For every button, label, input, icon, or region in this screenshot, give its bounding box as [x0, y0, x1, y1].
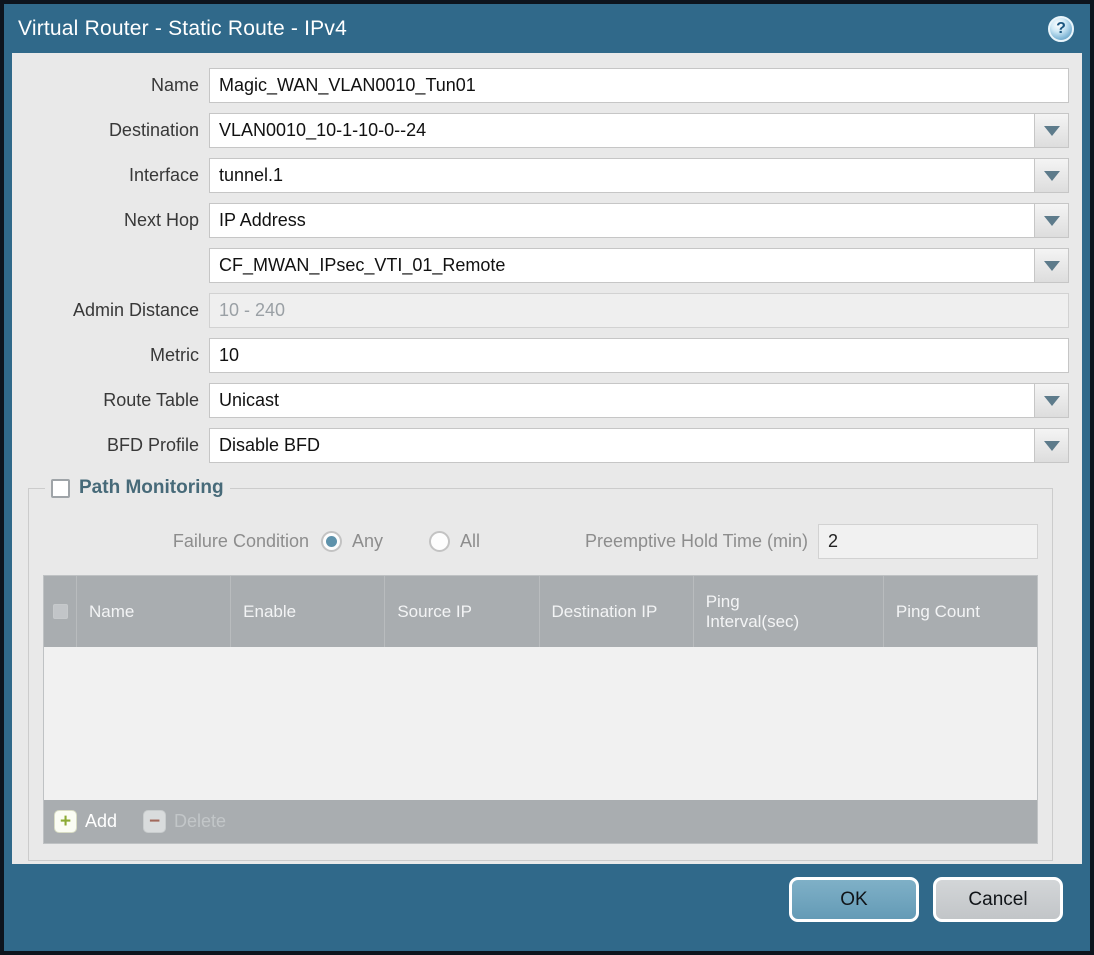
- destination-dropdown-button[interactable]: [1035, 113, 1069, 148]
- admin-distance-label: Admin Distance: [72, 300, 199, 320]
- chevron-down-icon: [1043, 440, 1060, 451]
- path-monitoring-label: Path Monitoring: [79, 477, 224, 498]
- plus-icon: +: [54, 810, 77, 833]
- interface-input[interactable]: [209, 158, 1035, 193]
- name-label: Name: [150, 75, 199, 95]
- chevron-down-icon: [1043, 395, 1060, 406]
- form-row-metric: Metric: [12, 338, 1069, 373]
- metric-input[interactable]: [209, 338, 1069, 373]
- column-header-destination-ip[interactable]: Destination IP: [538, 576, 693, 647]
- dialog-footer: OK Cancel: [4, 864, 1090, 951]
- form-row-next-hop: Next Hop: [12, 203, 1069, 238]
- next-hop-type-dropdown-button[interactable]: [1035, 203, 1069, 238]
- radio-all-label: All: [460, 530, 481, 551]
- form-row-destination: Destination: [12, 113, 1069, 148]
- chevron-down-icon: [1043, 260, 1060, 271]
- chevron-down-icon: [1043, 170, 1060, 181]
- bfd-profile-input[interactable]: [209, 428, 1035, 463]
- column-header-ping-interval[interactable]: Ping Interval(sec): [692, 576, 883, 647]
- select-all-cell: [44, 576, 76, 647]
- form-row-next-hop-address: [12, 248, 1069, 283]
- radio-any-icon: [321, 530, 342, 552]
- title-bar: Virtual Router - Static Route - IPv4 ?: [4, 4, 1090, 53]
- dialog-content: Name Destination Interface: [12, 53, 1082, 864]
- radio-option-any[interactable]: Any: [321, 530, 384, 552]
- next-hop-type-input[interactable]: [209, 203, 1035, 238]
- help-icon[interactable]: ?: [1048, 15, 1074, 42]
- chevron-down-icon: [1043, 125, 1060, 136]
- path-monitoring-checkbox[interactable]: [51, 478, 70, 498]
- destination-input[interactable]: [209, 113, 1035, 148]
- bfd-profile-dropdown-button[interactable]: [1035, 428, 1069, 463]
- add-button-label: Add: [85, 811, 118, 831]
- column-header-enable[interactable]: Enable: [230, 576, 384, 647]
- failure-condition-label: Failure Condition: [172, 530, 309, 551]
- column-header-source-ip[interactable]: Source IP: [384, 576, 538, 647]
- destination-label: Destination: [108, 120, 199, 140]
- column-header-ping-count[interactable]: Ping Count: [882, 576, 1037, 647]
- delete-button-label: Delete: [174, 811, 227, 831]
- next-hop-label: Next Hop: [123, 210, 199, 230]
- radio-all-icon: [429, 530, 451, 552]
- path-monitoring-legend: Path Monitoring: [45, 477, 230, 499]
- cancel-button[interactable]: Cancel: [933, 877, 1063, 922]
- minus-icon: −: [143, 810, 167, 833]
- form-row-admin-distance: Admin Distance: [12, 293, 1069, 328]
- table-header-row: Name Enable Source IP Destination IP Pin…: [44, 576, 1037, 647]
- bfd-profile-label: BFD Profile: [106, 435, 199, 455]
- radio-option-all[interactable]: All: [429, 530, 481, 552]
- admin-distance-input[interactable]: [209, 293, 1069, 328]
- table-body-empty[interactable]: [44, 647, 1037, 800]
- preemptive-hold-time-input[interactable]: [818, 523, 1038, 559]
- form-row-interface: Interface: [12, 158, 1069, 193]
- path-monitoring-table: Name Enable Source IP Destination IP Pin…: [43, 575, 1038, 844]
- static-route-dialog: Virtual Router - Static Route - IPv4 ? N…: [0, 0, 1094, 955]
- preemptive-hold-time-label: Preemptive Hold Time (min): [584, 530, 808, 551]
- form-row-route-table: Route Table: [12, 383, 1069, 418]
- failure-condition-radio-group: Any All: [321, 530, 512, 552]
- add-button[interactable]: + Add: [54, 810, 117, 833]
- select-all-checkbox[interactable]: [52, 604, 68, 619]
- next-hop-address-input[interactable]: [209, 248, 1035, 283]
- form-row-bfd-profile: BFD Profile: [12, 428, 1069, 463]
- metric-label: Metric: [150, 345, 199, 365]
- chevron-down-icon: [1043, 215, 1060, 226]
- form-row-name: Name: [12, 68, 1069, 103]
- table-toolbar: + Add − Delete: [44, 800, 1037, 843]
- name-input[interactable]: [209, 68, 1069, 103]
- next-hop-address-dropdown-button[interactable]: [1035, 248, 1069, 283]
- interface-dropdown-button[interactable]: [1035, 158, 1069, 193]
- route-table-label: Route Table: [103, 390, 199, 410]
- route-table-dropdown-button[interactable]: [1035, 383, 1069, 418]
- dialog-title: Virtual Router - Static Route - IPv4: [18, 16, 347, 40]
- route-table-input[interactable]: [209, 383, 1035, 418]
- ok-button[interactable]: OK: [789, 877, 919, 922]
- delete-button[interactable]: − Delete: [143, 810, 226, 833]
- failure-condition-row: Failure Condition Any All Preemptive Hol…: [43, 523, 1038, 559]
- column-header-name[interactable]: Name: [76, 576, 230, 647]
- radio-any-label: Any: [352, 530, 384, 551]
- interface-label: Interface: [128, 165, 199, 185]
- path-monitoring-section: Path Monitoring Failure Condition Any Al…: [28, 477, 1053, 861]
